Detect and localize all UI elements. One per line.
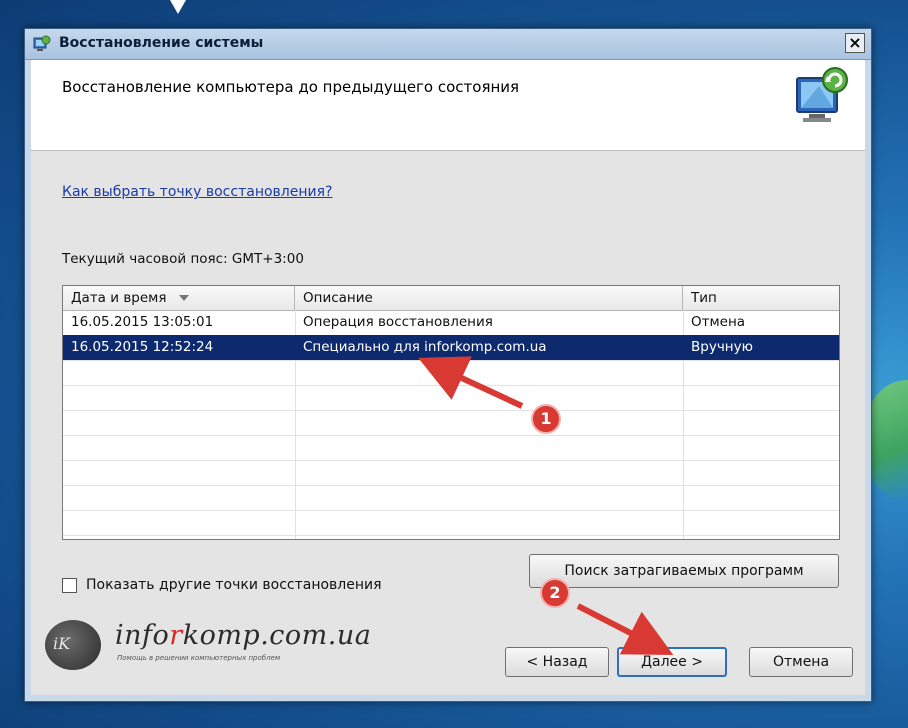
table-row[interactable]: 16.05.2015 13:05:01 Операция восстановле…: [63, 310, 839, 336]
empty-row: [63, 410, 839, 436]
cancel-button[interactable]: Отмена: [749, 647, 853, 677]
table-cell-type: Отмена: [691, 314, 746, 330]
column-header-type[interactable]: Тип: [683, 286, 839, 310]
column-header-date[interactable]: Дата и время: [63, 286, 295, 310]
annotation-badge-1: 1: [531, 404, 561, 434]
empty-row: [63, 460, 839, 486]
next-button[interactable]: Далее >: [617, 647, 727, 677]
site-logo-text: iK: [53, 634, 71, 653]
site-logo-icon: iK: [45, 620, 101, 670]
site-name-suffix: komp.com.ua: [182, 620, 372, 651]
empty-row: [63, 385, 839, 411]
back-button[interactable]: < Назад: [505, 647, 609, 677]
system-restore-window: Восстановление системы × Восстановление …: [24, 28, 872, 702]
page-title: Восстановление компьютера до предыдущего…: [62, 78, 520, 96]
site-name-prefix: info: [115, 620, 170, 651]
table-header: Дата и время Описание Тип: [63, 286, 839, 311]
site-name: inforkomp.com.ua: [115, 620, 371, 651]
annotation-badge-2: 2: [540, 578, 570, 608]
restore-computer-icon: [796, 67, 848, 122]
wizard-content: Как выбрать точку восстановления? Текущи…: [31, 150, 865, 695]
column-header-description[interactable]: Описание: [295, 286, 683, 310]
scan-affected-programs-button[interactable]: Поиск затрагиваемых программ: [529, 554, 839, 588]
show-more-points-label[interactable]: Показать другие точки восстановления: [86, 577, 382, 593]
mouse-cursor-icon: [170, 0, 186, 14]
site-name-accent: r: [169, 620, 183, 651]
close-button[interactable]: ×: [845, 33, 865, 53]
empty-row: [63, 360, 839, 386]
table-cell-description: Операция восстановления: [303, 314, 493, 330]
table-cell-type: Вручную: [691, 339, 753, 355]
window-title: Восстановление системы: [59, 35, 264, 51]
table-cell-date: 16.05.2015 12:52:24: [71, 339, 214, 355]
table-cell-date: 16.05.2015 13:05:01: [71, 314, 214, 330]
table-cell-description: Специально для inforkomp.com.ua: [303, 339, 547, 355]
restore-points-table[interactable]: Дата и время Описание Тип 16.05.2015 13:…: [62, 285, 840, 540]
empty-row: [63, 435, 839, 461]
help-link[interactable]: Как выбрать точку восстановления?: [62, 184, 332, 200]
wizard-header: Восстановление компьютера до предыдущего…: [31, 60, 865, 150]
wallpaper-leaf: [868, 380, 908, 500]
system-restore-icon: [33, 35, 51, 51]
sort-down-icon: [178, 295, 189, 301]
column-header-date-label: Дата и время: [71, 290, 167, 306]
timezone-label: Текущий часовой пояс: GMT+3:00: [62, 251, 304, 267]
empty-row: [63, 485, 839, 511]
table-row-selected[interactable]: 16.05.2015 12:52:24 Специально для infor…: [63, 335, 839, 361]
empty-row: [63, 510, 839, 536]
title-bar[interactable]: Восстановление системы ×: [25, 29, 871, 60]
site-subtitle: Помощь в решении компьютерных проблем: [117, 654, 281, 662]
show-more-points-checkbox[interactable]: [62, 578, 77, 593]
